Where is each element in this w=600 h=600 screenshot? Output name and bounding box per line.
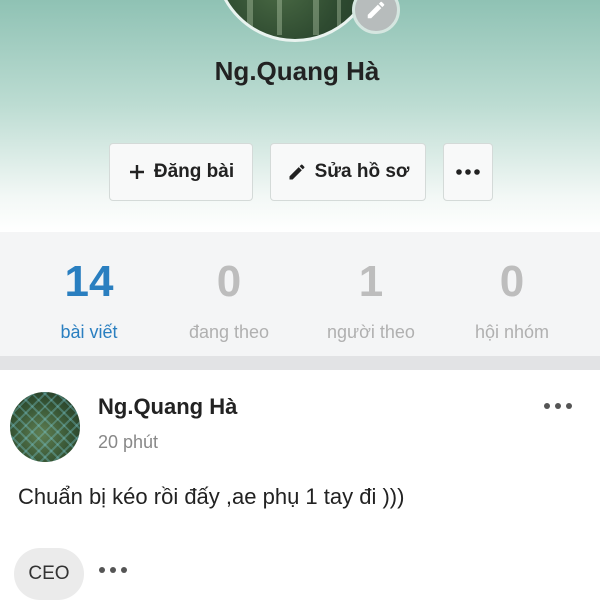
post-menu-button[interactable] xyxy=(540,394,580,418)
stat-followers[interactable]: 1 người theo xyxy=(296,254,446,343)
pencil-icon xyxy=(367,1,385,19)
stat-groups-value: 0 xyxy=(499,257,525,306)
create-post-button[interactable]: Đăng bài xyxy=(109,143,253,201)
more-horizontal-icon xyxy=(99,567,127,573)
edit-profile-label: Sửa hồ sơ xyxy=(314,161,410,182)
post-card: Ng.Quang Hà 20 phút Chuẩn bị kéo rồi đấy… xyxy=(0,370,600,600)
profile-stats: 14 bài viết 0 đang theo 1 người theo 0 h… xyxy=(0,232,600,356)
stat-following-label: đang theo xyxy=(188,322,270,342)
stat-followers-label: người theo xyxy=(327,322,415,342)
stat-posts-value: 14 xyxy=(64,257,114,306)
pencil-icon xyxy=(287,162,307,182)
post-timestamp: 20 phút xyxy=(98,432,159,452)
stat-following[interactable]: 0 đang theo xyxy=(154,254,304,343)
stat-groups[interactable]: 0 hội nhóm xyxy=(437,254,587,343)
post-author-name[interactable]: Ng.Quang Hà xyxy=(98,394,237,420)
profile-name: Ng.Quang Hà xyxy=(214,56,380,86)
stat-groups-label: hội nhóm xyxy=(474,322,550,342)
post-content: Chuẩn bị kéo rồi đấy ,ae phụ 1 tay đi ))… xyxy=(18,484,405,509)
profile-header: Ng.Quang Hà Đăng bài Sửa hồ sơ xyxy=(0,0,600,232)
stat-posts[interactable]: 14 bài viết xyxy=(14,254,164,343)
create-post-label: Đăng bài xyxy=(153,161,235,182)
post-tag-chip[interactable]: CEO xyxy=(14,548,84,600)
stat-posts-label: bài viết xyxy=(60,322,118,342)
stat-following-value: 0 xyxy=(216,257,242,306)
edit-profile-button[interactable]: Sửa hồ sơ xyxy=(270,143,426,201)
more-horizontal-icon xyxy=(456,169,480,175)
more-horizontal-icon xyxy=(544,403,572,409)
post-tag-label: CEO xyxy=(28,563,70,584)
post-author-avatar[interactable] xyxy=(10,392,80,462)
edit-avatar-button[interactable] xyxy=(352,0,400,34)
more-options-button[interactable] xyxy=(443,143,493,201)
section-divider xyxy=(0,356,600,370)
plus-icon xyxy=(128,163,146,181)
more-tags-button[interactable] xyxy=(96,560,130,580)
stat-followers-value: 1 xyxy=(358,257,384,306)
